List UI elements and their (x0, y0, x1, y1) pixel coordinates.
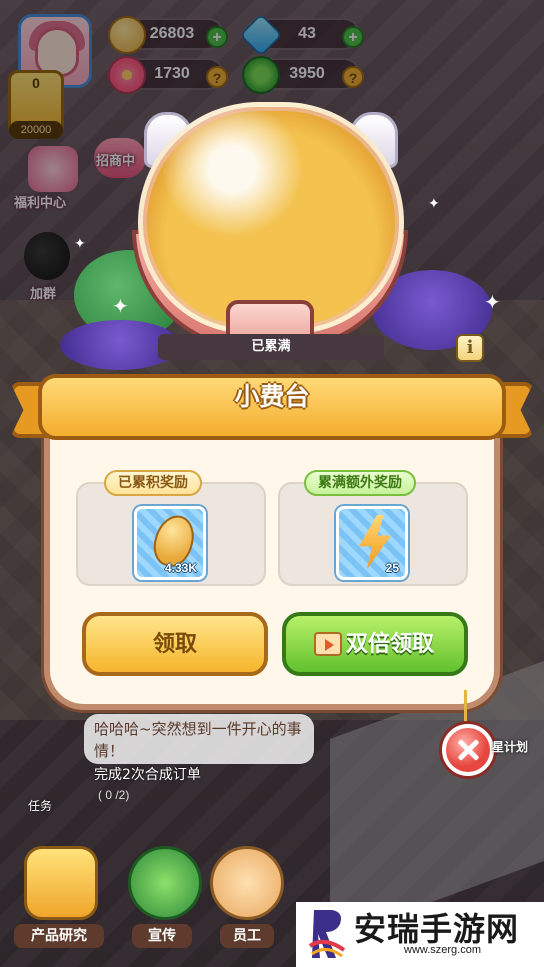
promote-label: 宣传 (132, 924, 192, 948)
task-label: 任务 (28, 799, 53, 813)
bonus-energy-tile: 25 (336, 506, 408, 580)
info-button[interactable]: i (456, 334, 484, 362)
watermark-url: www.szerg.com (404, 944, 482, 956)
staff-label: 员工 (220, 924, 274, 948)
product-research-button[interactable] (24, 846, 98, 920)
video-ad-icon (314, 632, 342, 656)
bonus-reward-label: 累满额外奖励 (304, 470, 416, 496)
plan-label: 星计划 (492, 740, 529, 754)
product-research-label: 产品研究 (14, 924, 104, 948)
accumulated-reward-value: 4.33K (164, 561, 197, 575)
sparkle-icon: ✦ (484, 290, 501, 314)
task-progress: ( 0 /2) (98, 788, 130, 802)
accumulated-seed-tile: 4.33K (134, 506, 206, 580)
bonus-reward-value: 25 (385, 561, 399, 575)
site-logo-icon (308, 910, 346, 958)
chat-bubble: 哈哈哈~突然想到一件开心的事情！ (84, 714, 314, 764)
accumulated-reward-label: 已累积奖励 (104, 470, 202, 496)
staff-button[interactable] (210, 846, 284, 920)
sparkle-icon: ✦ (112, 294, 129, 318)
promote-button[interactable] (128, 846, 202, 920)
double-claim-button[interactable]: 双倍领取 (282, 612, 468, 676)
task-text: 完成2次合成订单 (94, 767, 201, 783)
sparkle-icon: ✦ (428, 196, 440, 212)
close-button[interactable] (442, 724, 494, 776)
jar-status-banner: 已累满 (158, 334, 384, 360)
sparkle-icon: ✦ (74, 236, 86, 252)
claim-button[interactable]: 领取 (82, 612, 268, 676)
double-claim-label: 双倍领取 (345, 632, 434, 657)
close-button-string (464, 690, 467, 726)
dialog-title: 小费台 (234, 382, 310, 411)
